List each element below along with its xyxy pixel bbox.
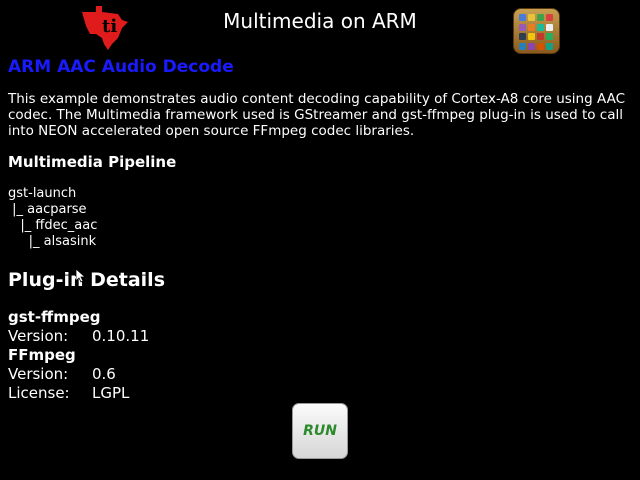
pipeline-heading: Multimedia Pipeline — [8, 153, 177, 171]
plugin-license-row: License: LGPL — [8, 384, 129, 403]
app-grid-icon[interactable] — [513, 8, 560, 54]
plugin-name: gst-ffmpeg — [8, 308, 101, 326]
version-value: 0.10.11 — [92, 327, 150, 345]
plugin-version-row: Version: 0.6 — [8, 365, 116, 384]
description-text: This example demonstrates audio content … — [8, 91, 625, 139]
license-value: LGPL — [92, 384, 130, 402]
run-button-label: RUN — [303, 423, 337, 439]
pipeline-line: gst-launch — [8, 186, 77, 201]
license-label: License: — [8, 384, 70, 402]
mouse-cursor-icon — [75, 268, 87, 283]
run-button[interactable]: RUN — [292, 403, 348, 459]
pipeline-line: |_ ffdec_aac — [8, 218, 98, 233]
version-label: Version: — [8, 365, 69, 383]
plugin-heading: Plug-in Details — [8, 269, 166, 291]
version-label: Version: — [8, 327, 69, 345]
page-heading: ARM AAC Audio Decode — [8, 57, 234, 77]
plugin-version-row: Version: 0.10.11 — [8, 327, 149, 346]
pipeline-line: |_ alsasink — [8, 234, 97, 249]
pipeline-line: |_ aacparse — [8, 202, 87, 217]
version-value: 0.6 — [92, 365, 116, 383]
plugin-name: FFmpeg — [8, 346, 76, 364]
